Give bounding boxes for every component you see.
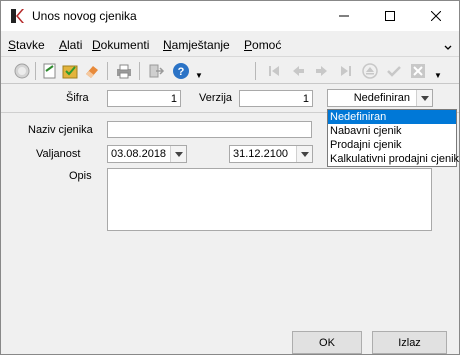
sifra-label: Šifra (66, 92, 89, 104)
toolbar: ? ▼ ▼ (1, 56, 459, 84)
izlaz-button[interactable]: Izlaz (372, 331, 447, 354)
dropdown-option[interactable]: Prodajni cjenik (328, 138, 456, 152)
cjenik-type-dropdown: Nedefiniran Nabavni cjenik Prodajni cjen… (327, 109, 459, 167)
sifra-field[interactable]: 1 (107, 90, 181, 107)
menu-overflow-chevron-icon[interactable] (444, 42, 452, 54)
verzija-label: Verzija (199, 92, 233, 104)
cjenik-type-value: Nedefiniran (353, 92, 410, 104)
naziv-input[interactable] (107, 121, 312, 138)
valjanost-label: Valjanost (36, 148, 81, 160)
toolbar-separator (35, 62, 36, 80)
exit-door-icon[interactable] (147, 62, 165, 80)
chevron-down-icon[interactable] (416, 90, 432, 106)
new-document-icon[interactable] (41, 62, 59, 80)
cjenik-type-select[interactable]: Nedefiniran (327, 89, 433, 107)
toolbar-separator (139, 62, 140, 80)
opis-label: Opis (69, 170, 92, 182)
app-logo-icon (9, 8, 25, 24)
menu-pomoc[interactable]: Pomoć (244, 38, 281, 52)
eject-icon[interactable] (361, 62, 379, 80)
opis-textarea[interactable] (107, 168, 432, 231)
eraser-icon[interactable] (83, 62, 101, 80)
menu-dokumenti[interactable]: Dokumenti (92, 38, 149, 52)
cancel-x-icon[interactable] (409, 62, 427, 80)
menu-stavke[interactable]: Stavke (8, 38, 45, 52)
valid-from-date[interactable]: 03.08.2018 (107, 145, 187, 163)
naziv-label: Naziv cjenika (28, 124, 93, 136)
help-icon[interactable]: ? (172, 62, 190, 80)
toolbar-separator (107, 62, 108, 80)
minimize-button[interactable] (321, 1, 367, 31)
menu-namjestanje[interactable]: Namještanje (163, 38, 230, 52)
valid-to-value: 31.12.2100 (233, 148, 289, 160)
dropdown-option[interactable]: Nabavni cjenik (328, 124, 456, 138)
valid-from-value: 03.08.2018 (111, 148, 167, 160)
chevron-down-icon[interactable] (170, 146, 186, 162)
chevron-down-icon[interactable] (296, 146, 312, 162)
confirm-check-icon[interactable] (385, 62, 403, 80)
dropdown-option[interactable]: Nedefiniran (328, 110, 456, 124)
last-record-icon[interactable] (337, 62, 355, 80)
stop-icon[interactable] (13, 62, 31, 80)
ok-button[interactable]: OK (292, 331, 362, 354)
print-icon[interactable] (115, 62, 133, 80)
dialog-window: Unos novog cjenika Stavke Alati Dokument… (0, 0, 460, 355)
menu-alati[interactable]: Alati (59, 38, 82, 52)
svg-text:?: ? (178, 66, 185, 78)
dropdown-option[interactable]: Kalkulativni prodajni cjenik (328, 152, 459, 166)
close-button[interactable] (413, 1, 459, 31)
verzija-field[interactable]: 1 (239, 90, 313, 107)
menu-bar: Stavke Alati Dokumenti Namještanje Pomoć (1, 33, 459, 55)
save-green-icon[interactable] (61, 62, 79, 80)
maximize-button[interactable] (367, 1, 413, 31)
next-record-icon[interactable] (313, 62, 331, 80)
valid-to-date[interactable]: 31.12.2100 (229, 145, 313, 163)
help-dropdown-icon[interactable]: ▼ (195, 71, 203, 80)
title-bar[interactable]: Unos novog cjenika (1, 1, 459, 31)
previous-record-icon[interactable] (289, 62, 307, 80)
window-title: Unos novog cjenika (32, 9, 137, 23)
first-record-icon[interactable] (265, 62, 283, 80)
toolbar-separator (255, 62, 256, 80)
nav-dropdown-icon[interactable]: ▼ (434, 71, 442, 80)
